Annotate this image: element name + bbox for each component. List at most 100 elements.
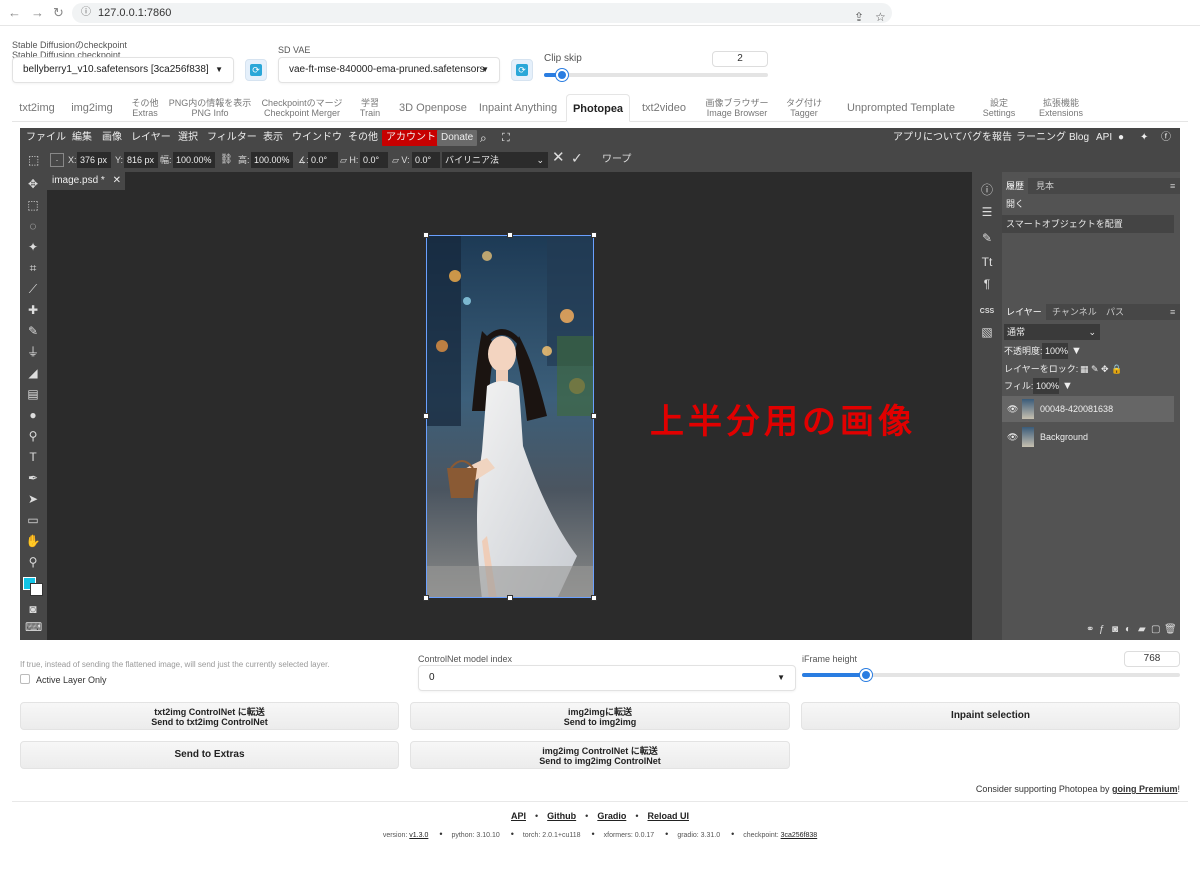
history-item[interactable]: スマートオブジェクトを配置 xyxy=(1002,215,1174,233)
interpolation-select[interactable]: バイリニア法 ⌄ xyxy=(442,152,548,168)
search-icon[interactable]: ⌕ xyxy=(480,128,487,148)
tab-6[interactable]: 3D Openpose xyxy=(395,94,471,122)
eraser-icon[interactable]: ◢ xyxy=(25,365,41,381)
layer-row[interactable]: 👁 00048-420081638 xyxy=(1002,396,1174,422)
transform-handle[interactable] xyxy=(423,413,429,419)
lasso-icon[interactable]: ◌ xyxy=(25,218,41,234)
transform-handle[interactable] xyxy=(591,232,597,238)
footer-link-2[interactable]: Gradio xyxy=(597,811,626,821)
transform-handle[interactable] xyxy=(423,232,429,238)
menu-3[interactable]: レイヤー xyxy=(131,128,171,148)
share-icon[interactable]: ⇪ xyxy=(854,7,864,27)
menu-7[interactable]: ウインドウ xyxy=(292,128,342,148)
opacity-field[interactable]: 100% xyxy=(1042,343,1068,359)
width-field[interactable]: 100.00% xyxy=(173,152,215,168)
stamp-icon[interactable]: ⏚ xyxy=(25,344,41,360)
right-menu-1[interactable]: バグを報告 xyxy=(962,128,1012,148)
reload-icon[interactable]: ↻ xyxy=(53,5,64,21)
character-icon[interactable]: Tt xyxy=(979,254,995,270)
camera-icon[interactable]: ◙ xyxy=(25,601,41,617)
opacity-dropdown-icon[interactable]: ▼ xyxy=(1071,343,1082,359)
zoom-icon[interactable]: ⚲ xyxy=(25,554,41,570)
history-tab-1[interactable]: 見本 xyxy=(1032,178,1058,194)
move-icon[interactable]: ✥ xyxy=(25,176,41,192)
fullscreen-icon[interactable]: ⛶ xyxy=(502,128,510,148)
x-field[interactable]: 376 px xyxy=(77,152,111,168)
checkpoint-dropdown[interactable]: bellyberry1_v10.safetensors [3ca256f838]… xyxy=(12,57,234,83)
path-select-icon[interactable]: ➤ xyxy=(25,491,41,507)
layer-mask-icon[interactable]: ◙ xyxy=(1112,622,1118,638)
blur-icon[interactable]: ● xyxy=(25,407,41,423)
transform-handle[interactable] xyxy=(591,413,597,419)
layers-tab-2[interactable]: パス xyxy=(1102,304,1128,320)
menu-6[interactable]: 表示 xyxy=(263,128,283,148)
info-icon[interactable]: ⓘ xyxy=(979,182,995,198)
hskew-field[interactable]: 0.0° xyxy=(360,152,388,168)
footer-link-1[interactable]: Github xyxy=(547,811,576,821)
inpaint-selection-button[interactable]: Inpaint selection xyxy=(801,702,1180,730)
select-tool-icon[interactable]: ⬚ xyxy=(28,152,39,168)
clipskip-slider-knob[interactable] xyxy=(555,69,568,81)
clipskip-slider[interactable] xyxy=(544,69,768,81)
close-icon[interactable]: ✕ xyxy=(113,172,121,190)
transform-handle[interactable] xyxy=(507,232,513,238)
fill-dropdown-icon[interactable]: ▼ xyxy=(1062,378,1073,394)
type-icon[interactable]: T xyxy=(25,449,41,465)
height-field[interactable]: 100.00% xyxy=(251,152,293,168)
send-img2img-button[interactable]: img2imgに転送 Send to img2img xyxy=(410,702,790,730)
keyboard-icon[interactable]: ⌨ xyxy=(25,619,42,635)
tab-4[interactable]: Checkpointのマージ Checkpoint Merger xyxy=(258,94,346,122)
magic-wand-icon[interactable]: ✦ xyxy=(25,239,41,255)
clipskip-number-input[interactable]: 2 xyxy=(712,51,768,67)
tab-12[interactable]: Unprompted Template Editor xyxy=(832,94,970,142)
twitter-icon[interactable]: ✦ xyxy=(1140,128,1148,148)
layer-row[interactable]: 👁 Background xyxy=(1002,424,1174,450)
commit-transform-icon[interactable]: ✓ xyxy=(571,150,583,166)
forward-icon[interactable]: → xyxy=(31,5,44,20)
tab-8[interactable]: Photopea xyxy=(566,94,630,122)
menu-5[interactable]: フィルター xyxy=(207,128,257,148)
tab-9[interactable]: txt2video xyxy=(636,94,692,122)
document-tab[interactable]: image.psd * ✕ xyxy=(47,172,125,190)
tab-1[interactable]: img2img xyxy=(67,94,117,122)
vae-refresh-button[interactable]: ⟳ xyxy=(511,59,533,81)
lock-icons[interactable]: ▦ ✎ ✥ 🔒 xyxy=(1080,361,1122,377)
y-field[interactable]: 816 px xyxy=(124,152,158,168)
layer-folder-icon[interactable]: ▰ xyxy=(1138,622,1146,638)
history-item[interactable]: 開く xyxy=(1002,195,1174,213)
version-link[interactable]: v1.3.0 xyxy=(409,832,428,839)
transform-handle[interactable] xyxy=(423,595,429,601)
menu-2[interactable]: 画像 xyxy=(102,128,122,148)
tab-5[interactable]: 学習 Train xyxy=(350,94,390,122)
send-txt2img-controlnet-button[interactable]: txt2img ControlNet に転送 Send to txt2img C… xyxy=(20,702,399,730)
layer-link-layers-icon[interactable]: ⚭ xyxy=(1086,622,1094,638)
right-menu-0[interactable]: アプリについて xyxy=(893,128,963,148)
cancel-transform-icon[interactable]: ✕ xyxy=(552,150,565,166)
marquee-icon[interactable]: ⬚ xyxy=(25,197,41,213)
blend-mode-select[interactable]: 通常 ⌄ xyxy=(1004,324,1100,340)
layer-fx-icon[interactable]: ƒ xyxy=(1099,622,1105,638)
tab-14[interactable]: 拡張機能 Extensions xyxy=(1034,94,1088,122)
paragraph-icon[interactable]: ¶ xyxy=(979,276,995,292)
menu-8[interactable]: その他 xyxy=(348,128,378,148)
healing-icon[interactable]: ✚ xyxy=(25,302,41,318)
pen-icon[interactable]: ✒ xyxy=(25,470,41,486)
menu-4[interactable]: 選択 xyxy=(178,128,198,148)
vskew-field[interactable]: 0.0° xyxy=(412,152,440,168)
right-menu-4[interactable]: API xyxy=(1096,128,1112,148)
panel-menu-icon[interactable]: ≡ xyxy=(1166,304,1179,320)
adjust-icon[interactable]: ☰ xyxy=(979,204,995,220)
eyedropper-icon[interactable]: ⟋ xyxy=(25,281,41,297)
back-icon[interactable]: ← xyxy=(8,5,21,20)
transform-handle[interactable] xyxy=(591,595,597,601)
tab-0[interactable]: txt2img xyxy=(12,94,62,122)
tab-2[interactable]: その他 Extras xyxy=(125,94,165,122)
account-menu[interactable]: アカウント xyxy=(382,130,440,146)
checkpoint-refresh-button[interactable]: ⟳ xyxy=(245,59,267,81)
premium-link[interactable]: going Premium xyxy=(1112,784,1178,794)
hand-icon[interactable]: ✋ xyxy=(25,533,41,549)
tab-11[interactable]: タグ付け Tagger xyxy=(782,94,826,122)
send-to-extras-button[interactable]: Send to Extras xyxy=(20,741,399,769)
angle-field[interactable]: 0.0° xyxy=(308,152,338,168)
footer-link-3[interactable]: Reload UI xyxy=(647,811,689,821)
